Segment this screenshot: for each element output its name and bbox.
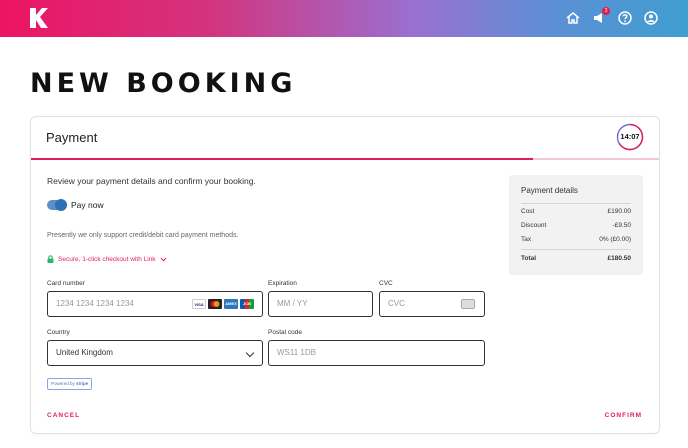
postal-code-placeholder: WS11 1DB bbox=[277, 348, 316, 357]
payment-details-summary: Payment details Cost £190.00 Discount -£… bbox=[509, 175, 643, 275]
expiration-input[interactable]: MM / YY bbox=[268, 291, 373, 317]
summary-divider bbox=[521, 249, 631, 250]
jcb-icon: JCB bbox=[240, 299, 254, 309]
summary-value: -£9.50 bbox=[612, 222, 631, 229]
expiration-placeholder: MM / YY bbox=[277, 299, 308, 308]
chevron-down-icon bbox=[245, 348, 255, 358]
country-select[interactable]: United Kingdom bbox=[47, 340, 263, 366]
summary-title: Payment details bbox=[521, 186, 578, 195]
postal-code-input[interactable]: WS11 1DB bbox=[268, 340, 485, 366]
payment-card: Payment 14:07 Review your payment detail… bbox=[30, 116, 660, 434]
powered-by-stripe-badge[interactable]: Powered by stripe bbox=[47, 378, 93, 390]
amex-icon: AMEX bbox=[224, 299, 238, 309]
country-value: United Kingdom bbox=[56, 348, 113, 357]
summary-row-tax: Tax 0% (£0.00) bbox=[521, 236, 631, 243]
confirm-button[interactable]: CONFIRM bbox=[605, 412, 642, 419]
top-navigation-bar: 3 bbox=[0, 0, 688, 37]
cvc-card-icon bbox=[461, 299, 475, 309]
postal-code-label: Postal code bbox=[268, 329, 302, 336]
lock-icon bbox=[47, 255, 54, 263]
chevron-down-icon bbox=[160, 257, 166, 262]
cvc-placeholder: CVC bbox=[388, 299, 405, 308]
help-icon[interactable] bbox=[617, 10, 633, 26]
summary-divider bbox=[521, 203, 631, 204]
page-title: NEW BOOKING bbox=[30, 68, 297, 99]
step-progress-fill bbox=[31, 158, 534, 160]
summary-total-value: £180.50 bbox=[607, 255, 632, 262]
summary-total-label: Total bbox=[521, 255, 537, 262]
notifications-button[interactable]: 3 bbox=[591, 7, 610, 26]
account-icon[interactable] bbox=[643, 10, 659, 26]
card-brand-icons: VISA AMEX JCB bbox=[192, 299, 254, 309]
summary-label: Discount bbox=[521, 222, 547, 229]
mastercard-icon bbox=[208, 299, 222, 309]
countdown-timer: 14:07 bbox=[620, 132, 640, 141]
pay-now-toggle[interactable] bbox=[47, 199, 67, 211]
summary-value: 0% (£0.00) bbox=[599, 236, 631, 243]
cvc-input[interactable]: CVC bbox=[379, 291, 485, 317]
country-label: Country bbox=[47, 329, 70, 336]
secure-checkout-label: Secure, 1-click checkout with Link bbox=[58, 255, 156, 263]
summary-value: £190.00 bbox=[607, 208, 632, 215]
summary-row-cost: Cost £190.00 bbox=[521, 208, 631, 215]
summary-label: Tax bbox=[521, 236, 532, 243]
payment-title: Payment bbox=[46, 130, 98, 145]
summary-row-discount: Discount -£9.50 bbox=[521, 222, 631, 229]
card-number-label: Card number bbox=[47, 280, 85, 287]
visa-icon: VISA bbox=[192, 299, 206, 309]
card-number-input[interactable]: 1234 1234 1234 1234 VISA AMEX JCB bbox=[47, 291, 263, 317]
notification-badge: 3 bbox=[602, 7, 610, 15]
home-icon[interactable] bbox=[565, 10, 581, 26]
cvc-label: CVC bbox=[379, 280, 393, 287]
k-logo[interactable] bbox=[27, 6, 49, 30]
header-icons: 3 bbox=[565, 7, 659, 26]
intro-text: Review your payment details and confirm … bbox=[47, 176, 256, 186]
card-number-placeholder: 1234 1234 1234 1234 bbox=[56, 299, 134, 308]
stripe-logo: stripe bbox=[76, 381, 89, 386]
secure-checkout-link[interactable]: Secure, 1-click checkout with Link bbox=[47, 255, 167, 263]
expiration-label: Expiration bbox=[268, 280, 297, 287]
powered-by-text: Powered by bbox=[51, 381, 75, 386]
summary-row-total: Total £180.50 bbox=[521, 255, 631, 262]
summary-label: Cost bbox=[521, 208, 535, 215]
payment-method-notice: Presently we only support credit/debit c… bbox=[47, 232, 239, 239]
pay-now-label: Pay now bbox=[71, 200, 104, 210]
cancel-button[interactable]: CANCEL bbox=[47, 412, 80, 419]
